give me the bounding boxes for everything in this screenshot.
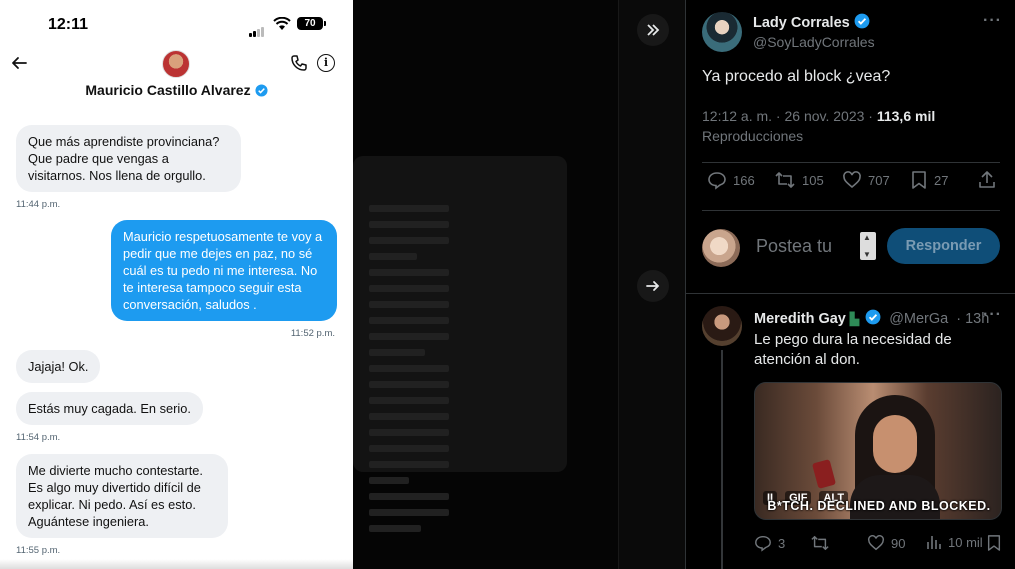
gif-media[interactable]: II GIF ALT B*TCH. DECLINED AND BLOCKED. xyxy=(754,382,1002,520)
retweet-action[interactable]: 105 xyxy=(774,170,824,190)
dimmed-card xyxy=(353,156,567,532)
comment-views[interactable]: 10 mil xyxy=(926,534,983,550)
share-icon xyxy=(979,171,995,188)
message-bubble-incoming: Jajaja! Ok. xyxy=(16,350,101,383)
comment-actions: 3 90 10 mil xyxy=(754,534,1001,554)
tweet-meta: 12:12 a. m. · 26 nov. 2023 · 113,6 mil xyxy=(702,108,935,124)
bookmark-count: 27 xyxy=(934,172,949,188)
tweet-timestamp[interactable]: 12:12 a. m. · 26 nov. 2023 · xyxy=(702,108,877,124)
comment-retweet-action[interactable] xyxy=(810,534,830,552)
status-bar: 12:11 70 xyxy=(0,14,353,37)
dimmed-background xyxy=(353,0,685,569)
dm-conversation-screen: 12:11 70 Mauricio Castillo Alvarez i Que xyxy=(0,0,353,569)
tweet-text: Ya procedo al block ¿vea? xyxy=(702,68,891,85)
bookmark-action[interactable]: 27 xyxy=(910,170,948,190)
comment-bookmark-action[interactable] xyxy=(986,534,1002,552)
comment-like-action[interactable]: 90 xyxy=(867,534,905,552)
signal-icon xyxy=(249,19,265,37)
reply-button[interactable]: Responder xyxy=(887,228,1000,264)
back-arrow-icon[interactable] xyxy=(10,54,28,72)
comment-reply-count: 3 xyxy=(778,535,786,551)
commenter-avatar[interactable] xyxy=(702,306,742,346)
retweet-count: 105 xyxy=(802,172,824,188)
commenter-name: Meredith Gay xyxy=(754,311,846,327)
reply-composer: Postea tu Responder xyxy=(702,224,1000,270)
author-name-row[interactable]: Lady Corrales xyxy=(753,13,870,33)
tweet-actions: 166 105 707 27 xyxy=(702,170,1000,202)
message-bubble-incoming: Estás muy cagada. En serio. xyxy=(16,392,203,425)
like-count: 707 xyxy=(868,172,890,188)
divider xyxy=(702,162,1000,163)
verified-badge-icon xyxy=(255,84,268,100)
screenshot-root: 12:11 70 Mauricio Castillo Alvarez i Que xyxy=(0,0,1015,569)
arrow-right-icon xyxy=(646,281,660,291)
views-chart-icon xyxy=(927,536,941,549)
message-bubble-outgoing: Mauricio respetuosamente te voy a pedir … xyxy=(111,220,337,321)
tweet-detail-panel: Lady Corrales @SoyLadyCorrales ··· Ya pr… xyxy=(685,0,1015,569)
comment-view-count: 10 mil xyxy=(948,534,983,550)
comment-text: Le pego dura la necesidad de atención al… xyxy=(754,331,952,368)
message-bubble-incoming: Me divierte mucho contestarte. Es algo m… xyxy=(16,454,228,538)
bookmark-icon xyxy=(987,535,1001,551)
verified-badge-icon xyxy=(854,13,870,33)
author-handle[interactable]: @SoyLadyCorrales xyxy=(753,34,875,50)
heart-icon xyxy=(868,535,884,551)
reply-action[interactable]: 166 xyxy=(707,170,755,190)
author-avatar[interactable] xyxy=(702,12,742,52)
message-timestamp: 11:44 p.m. xyxy=(16,199,61,210)
reply-count: 166 xyxy=(733,172,755,188)
more-options-icon[interactable]: ··· xyxy=(983,306,1002,324)
divider xyxy=(702,210,1000,211)
current-user-avatar[interactable] xyxy=(702,229,740,267)
bottom-fade xyxy=(0,559,353,569)
message-timestamp: 11:52 p.m. xyxy=(290,328,335,339)
view-count: 113,6 mil xyxy=(876,108,936,124)
call-icon[interactable] xyxy=(290,54,308,77)
gif-scene-face xyxy=(873,415,917,473)
commenter-name-row[interactable]: Meredith Gay ▙ @MerGa · 13h xyxy=(754,309,989,329)
message-timestamp: 11:55 p.m. xyxy=(16,545,61,556)
battery-icon: 70 xyxy=(297,17,326,30)
author-name: Lady Corrales xyxy=(753,15,850,31)
contact-name: Mauricio Castillo Alvarez xyxy=(85,82,251,98)
verified-badge-icon xyxy=(865,309,881,329)
like-action[interactable]: 707 xyxy=(842,170,890,190)
contact-name-row[interactable]: Mauricio Castillo Alvarez xyxy=(0,82,353,100)
gif-scene-body xyxy=(850,475,940,519)
retweet-icon xyxy=(775,172,795,188)
double-chevron-right-icon xyxy=(647,24,660,36)
contact-avatar[interactable] xyxy=(162,50,190,78)
commenter-handle: @MerGa xyxy=(889,311,949,327)
message-bubble-incoming: Que más aprendiste provinciana? Que padr… xyxy=(16,125,241,192)
thread-line xyxy=(721,350,723,569)
emoji-icon: ▙ xyxy=(849,312,860,326)
scroll-arrows-icon[interactable] xyxy=(860,232,876,260)
reply-input[interactable]: Postea tu xyxy=(756,236,832,257)
status-time: 12:11 xyxy=(48,16,89,33)
comment-reply-action[interactable]: 3 xyxy=(754,534,785,552)
dimmed-text-lines xyxy=(369,196,449,541)
wifi-icon xyxy=(273,16,291,36)
retweet-icon xyxy=(811,535,829,551)
dm-header: Mauricio Castillo Alvarez i xyxy=(0,46,353,110)
bookmark-icon xyxy=(912,171,926,189)
more-options-icon[interactable]: ··· xyxy=(983,12,1002,30)
comment-like-count: 90 xyxy=(891,535,906,551)
info-icon[interactable]: i xyxy=(317,54,335,72)
reply-icon xyxy=(708,172,726,190)
views-label: Reproducciones xyxy=(702,128,804,144)
gif-scene-phone xyxy=(811,459,837,489)
next-media-button[interactable] xyxy=(637,270,669,302)
share-action[interactable] xyxy=(978,170,996,190)
divider xyxy=(686,293,1015,294)
reply-icon xyxy=(755,535,771,552)
collapse-panel-button[interactable] xyxy=(637,14,669,46)
message-timestamp: 11:54 p.m. xyxy=(16,432,61,443)
heart-icon xyxy=(843,171,861,189)
gif-caption: B*TCH. DECLINED AND BLOCKED. xyxy=(767,499,991,513)
